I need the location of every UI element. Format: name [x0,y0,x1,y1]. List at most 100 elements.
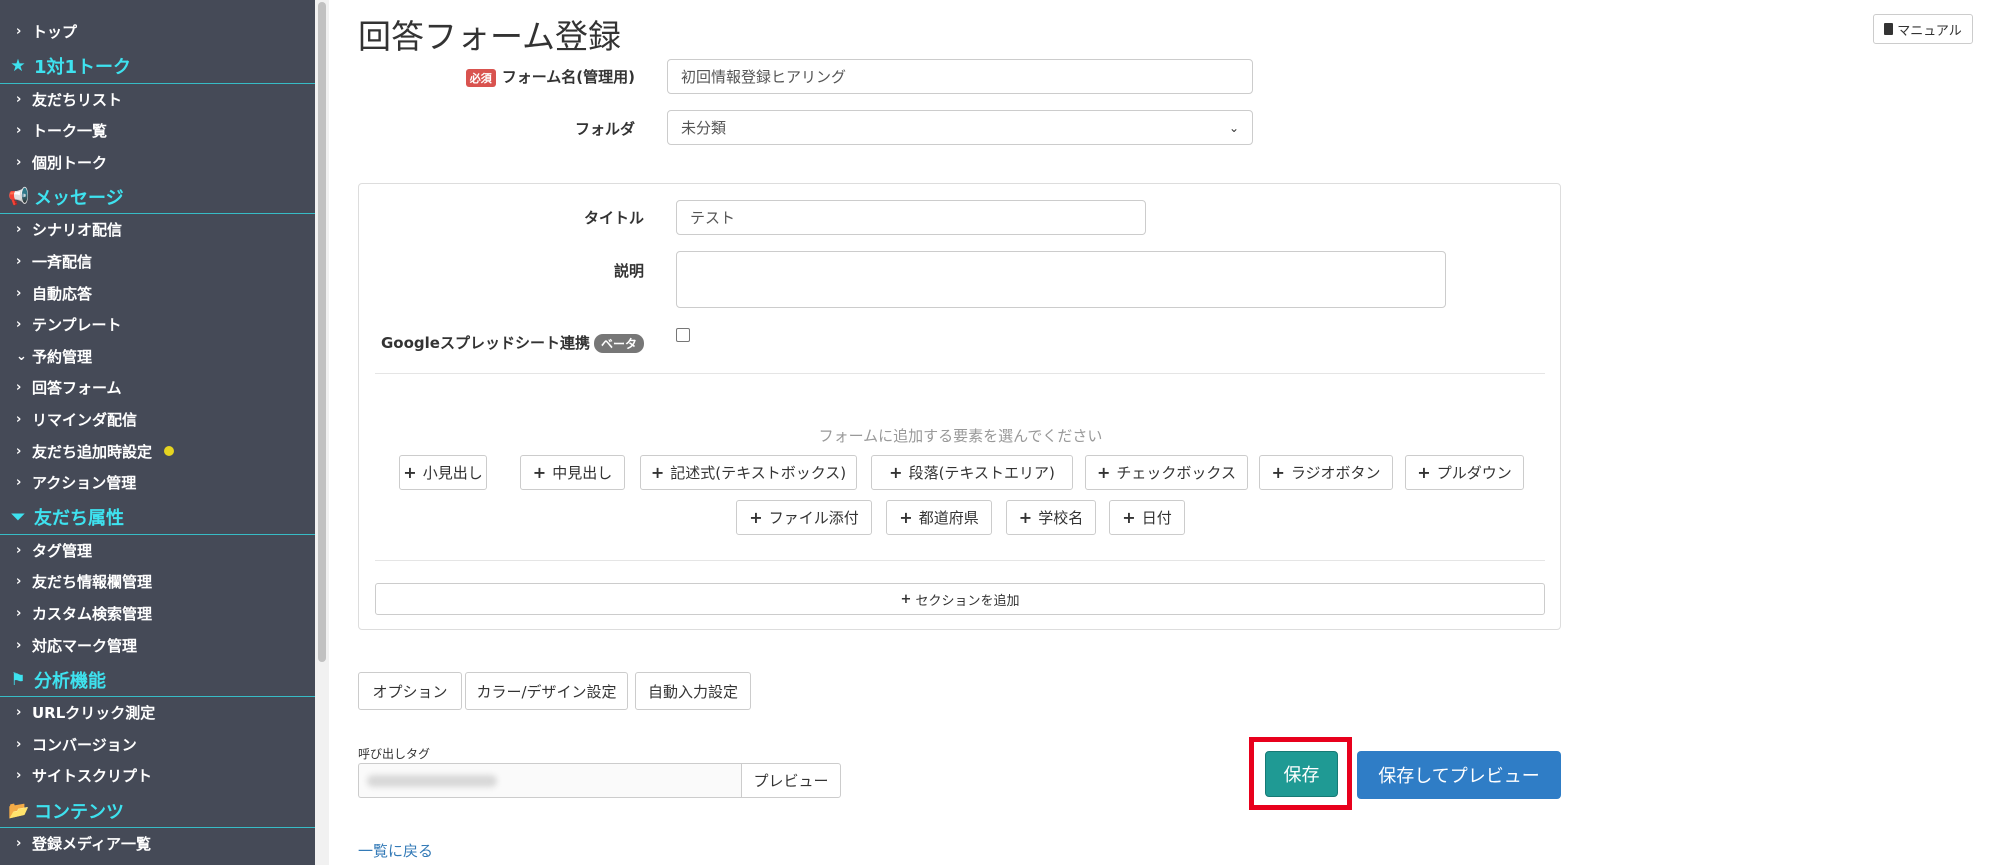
sidebar-item-label: タグ管理 [32,541,93,560]
chevron-right-icon: › [16,380,22,396]
title-input[interactable]: テスト [676,200,1146,235]
add-element-label: ファイル添付 [768,509,859,527]
sidebar-item-label: URLクリック測定 [32,704,156,723]
chevron-right-icon: › [16,637,22,653]
add-element-label: ラジオボタン [1290,464,1381,482]
add-element-button[interactable]: + 学校名 [1006,500,1096,535]
chevron-down-icon: ⌄ [1228,120,1239,135]
sidebar-item-8[interactable]: › 自動応答 [0,278,315,309]
sidebar-item-label: コンバージョン [32,735,137,754]
sidebar-item-label: 友だち情報欄管理 [32,573,153,592]
sidebar-scrollbar[interactable] [315,0,329,865]
sidebar-item-18[interactable]: › カスタム検索管理 [0,598,315,629]
add-element-button[interactable]: + 日付 [1109,500,1185,535]
option-button-2[interactable]: 自動入力設定 [635,672,751,710]
form-name-label: 必須 フォーム名(管理用) [440,66,635,87]
option-button-0[interactable]: オプション [358,672,462,710]
sidebar-item-label: 予約管理 [32,347,93,366]
plus-icon: + [1417,463,1431,482]
plus-icon: + [1097,463,1111,482]
sidebar-item-0[interactable]: › トップ [0,16,315,47]
plus-icon: + [403,463,417,482]
sheets-label: Googleスプレッドシート連携 ベータ [379,332,644,353]
sidebar-item-9[interactable]: › テンプレート [0,309,315,340]
manual-button[interactable]: マニュアル [1873,14,1973,44]
plus-icon: + [532,463,547,482]
chevron-right-icon: › [16,606,22,621]
save-button[interactable]: 保存 [1265,751,1338,797]
description-textarea[interactable] [676,251,1446,308]
plus-icon: + [900,591,912,607]
chevron-right-icon: › [16,443,22,459]
sidebar-item-2[interactable]: › 友だちリスト [0,84,315,115]
add-element-button[interactable]: + チェックボックス [1085,455,1248,490]
add-element-button[interactable]: + ファイル添付 [736,500,872,535]
chevron-right-icon: › [16,475,22,491]
add-element-label: 学校名 [1038,509,1084,527]
description-label: 説明 [613,262,644,280]
sidebar-item-12[interactable]: › リマインダ配信 [0,404,315,435]
form-name-input[interactable]: 初回情報登録ヒアリング [667,59,1253,94]
plus-icon: + [1018,508,1033,527]
add-element-button[interactable]: + ラジオボタン [1259,455,1393,490]
sidebar-item-23[interactable]: › サイトスクリプト [0,760,315,791]
sheets-checkbox[interactable] [676,328,690,342]
chevron-right-icon: › [16,254,22,269]
book-icon [1884,23,1894,35]
sidebar-item-label: テンプレート [32,316,122,335]
sidebar-section-5: 📢 メッセージ [0,180,315,215]
sidebar-item-7[interactable]: › 一斉配信 [0,246,315,277]
sidebar-section-label: 1対1トーク [34,57,132,79]
sidebar-item-22[interactable]: › コンバージョン [0,729,315,760]
back-to-list-link[interactable]: 一覧に戻る [358,840,433,861]
sidebar-item-label: リマインダ配信 [32,411,138,429]
sidebar-item-label: 一斉配信 [32,253,93,271]
add-element-button[interactable]: + 都道府県 [886,500,992,535]
sidebar-item-11[interactable]: › 回答フォーム [0,372,315,403]
sidebar-item-21[interactable]: › URLクリック測定 [0,697,315,728]
sidebar-item-6[interactable]: › シナリオ配信 [0,214,315,245]
sidebar: › トップ ★ 1対1トーク › 友だちリスト › トーク一覧 › 個別トーク 📢 メッセージ › シナリ… [0,0,315,865]
sidebar-item-label: 対応マーク管理 [32,636,138,655]
preview-button[interactable]: プレビュー [741,763,841,798]
sidebar-item-3[interactable]: › トーク一覧 [0,115,315,146]
filter-icon: ⏷ [11,507,25,528]
sidebar-item-14[interactable]: › アクション管理 [0,467,315,498]
chevron-right-icon: › [16,91,22,107]
add-section-button[interactable]: + セクションを追加 [375,583,1545,615]
plus-icon: + [650,463,665,482]
plus-icon: + [899,508,913,527]
chevron-right-icon: › [16,317,22,333]
folder-select-value: 未分類 [681,119,727,137]
chevron-right-icon: › [16,736,22,752]
save-and-preview-button[interactable]: 保存してプレビュー [1357,751,1561,799]
scrollbar-thumb[interactable] [318,2,326,662]
add-element-label: 日付 [1141,509,1172,527]
sidebar-item-13[interactable]: › 友だち追加時設定 [0,436,315,467]
add-element-label: 段落(テキストエリア) [908,464,1055,482]
manual-button-label: マニュアル [1897,23,1962,39]
chevron-right-icon: › [16,836,22,851]
sidebar-item-17[interactable]: › 友だち情報欄管理 [0,566,315,597]
sidebar-item-label: 登録メディア一覧 [32,835,151,853]
sidebar-item-16[interactable]: › タグ管理 [0,535,315,566]
add-element-button[interactable]: + プルダウン [1405,455,1524,490]
add-element-label: チェックボックス [1116,464,1236,482]
sidebar-item-4[interactable]: › 個別トーク [0,147,315,178]
add-element-button[interactable]: + 記述式(テキストボックス) [640,455,857,490]
folder-select[interactable]: 未分類 ⌄ [667,110,1253,145]
add-element-button[interactable]: + 中見出し [520,455,625,490]
callout-tag-input[interactable] [358,763,741,798]
plus-icon: + [749,508,763,527]
sidebar-item-label: トーク一覧 [32,122,108,141]
sidebar-item-10[interactable]: ⌄ 予約管理 [0,341,315,372]
add-element-button[interactable]: + 小見出し [399,455,487,490]
option-button-1[interactable]: カラー/デザイン設定 [465,672,628,710]
add-element-hint: フォームに追加する要素を選んでください [818,427,1103,445]
add-element-button[interactable]: + 段落(テキストエリア) [871,455,1073,490]
chevron-down-icon: ⌄ [16,348,27,364]
sidebar-item-25[interactable]: › 登録メディア一覧 [0,828,315,859]
blurred-value [367,775,497,787]
sidebar-item-19[interactable]: › 対応マーク管理 [0,630,315,661]
plus-icon: + [889,463,903,482]
